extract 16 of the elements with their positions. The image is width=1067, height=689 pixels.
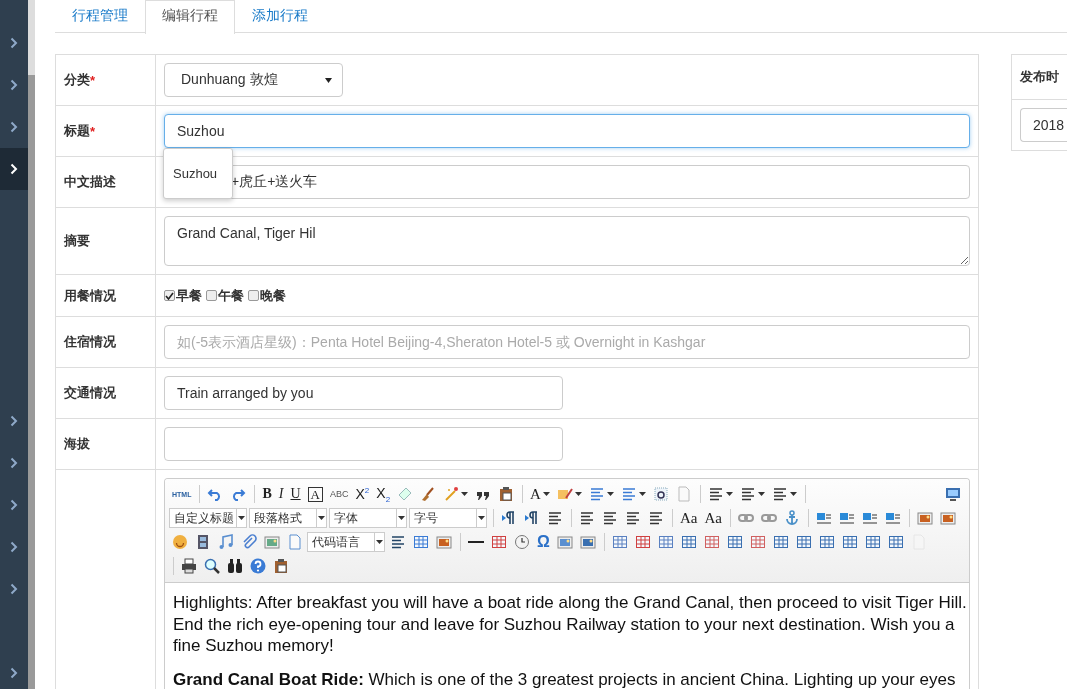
required-mark: * (90, 72, 96, 88)
field-label: 交通情况 (64, 384, 116, 402)
paragraph: Highlights: After breakfast you will have a boat ride along the Grand Canal, then proceed to visit Tiger Hill. End the rich eye-opening tour and leave for Suzhou Railway station to your next destination. Wish you a fine Suzhou memory! (173, 592, 967, 657)
panel-title: 发布时 (1020, 68, 1059, 86)
field-label: 中文描述 (64, 173, 116, 191)
field-label: 摘要 (64, 232, 90, 250)
field-label: 用餐情况 (64, 286, 116, 305)
required-mark: * (90, 123, 96, 139)
field-label: 分类 (64, 71, 90, 89)
field-label: 标题 (64, 122, 90, 140)
checkbox-label: 午餐 (218, 286, 244, 305)
paragraph: Grand Canal Boat Ride: Which is one of the 3 greatest projects in ancient China. Lighting up your eyes (173, 668, 957, 689)
checkbox-label: 晚餐 (260, 286, 286, 305)
field-label: 海拔 (64, 435, 90, 453)
field-label: 住宿情况 (64, 333, 116, 351)
checkbox-label: 早餐 (176, 286, 202, 305)
